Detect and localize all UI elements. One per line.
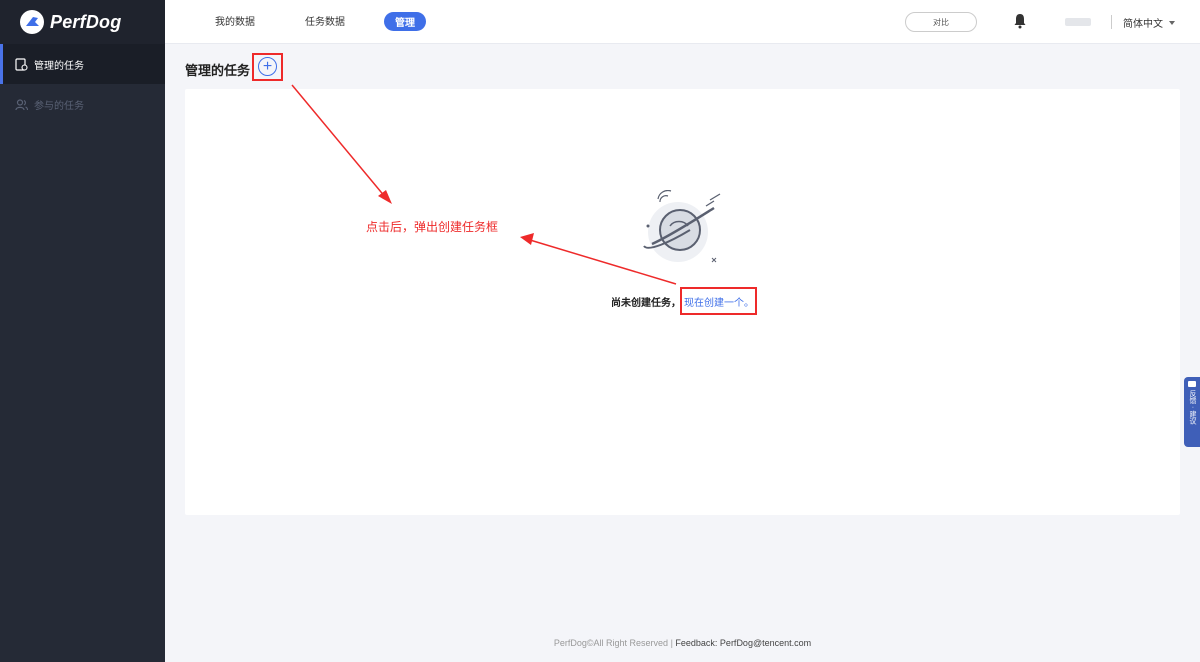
plus-icon: + xyxy=(262,57,273,75)
sidebar: PerfDog 管理的任务 参与的任务 xyxy=(0,0,165,662)
message-icon xyxy=(1188,381,1196,387)
add-task-button[interactable]: + xyxy=(258,57,277,76)
feedback-tab[interactable]: 反馈 · 建议 xyxy=(1184,377,1200,447)
copyright-text: PerfDog©All Right Reserved xyxy=(553,638,669,648)
language-label: 简体中文 xyxy=(1123,19,1163,30)
header-divider xyxy=(1111,15,1112,29)
app-logo[interactable]: PerfDog xyxy=(0,0,165,44)
compare-button[interactable]: 对比 xyxy=(905,12,977,32)
app-name: PerfDog xyxy=(50,11,122,32)
annotation-text: 点击后，弹出创建任务框 xyxy=(366,220,499,234)
task-doc-icon xyxy=(15,57,28,71)
sidebar-item-managed-tasks[interactable]: 管理的任务 xyxy=(0,44,165,84)
empty-state-text: 尚未创建任务， xyxy=(611,298,681,309)
bell-icon[interactable] xyxy=(1013,13,1027,29)
page-title: 管理的任务 xyxy=(185,63,251,78)
language-select[interactable]: 简体中文 xyxy=(1123,15,1175,30)
caret-down-icon xyxy=(1169,20,1175,25)
sidebar-item-label: 参与的任务 xyxy=(34,100,84,112)
nav-task-data[interactable]: 任务数据 xyxy=(305,13,345,28)
create-task-link[interactable]: 现在创建一个。 xyxy=(684,294,754,309)
footer: PerfDog©All Right Reserved | Feedback: P… xyxy=(165,638,1200,648)
users-icon xyxy=(15,98,28,110)
top-header: 我的数据 任务数据 管理 对比 简体中文 xyxy=(165,0,1200,44)
empty-planet-illustration xyxy=(643,190,721,263)
user-avatar[interactable] xyxy=(1065,18,1091,26)
sidebar-item-participated-tasks[interactable]: 参与的任务 xyxy=(0,84,165,124)
feedback-email[interactable]: Feedback: PerfDog@tencent.com xyxy=(675,638,811,648)
nav-manage[interactable]: 管理 xyxy=(384,12,426,31)
nav-my-data[interactable]: 我的数据 xyxy=(215,13,255,28)
sidebar-item-label: 管理的任务 xyxy=(34,60,84,72)
feedback-tab-label: 反馈 · 建议 xyxy=(1189,390,1196,425)
perfdog-logo-icon xyxy=(20,10,44,34)
